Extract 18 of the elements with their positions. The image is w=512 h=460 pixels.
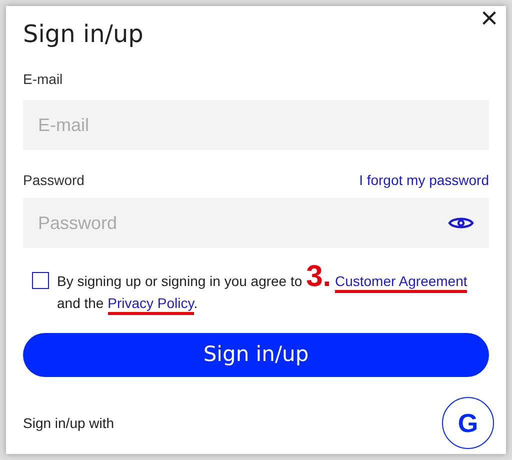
password-label: Password [23,171,84,190]
agreement-link[interactable]: Customer Agreement [334,273,468,293]
close-button[interactable]: × [480,4,498,34]
email-field[interactable]: E-mail [23,100,489,150]
dialog-title: Sign in/up [23,22,144,46]
consent-checkbox[interactable] [32,272,49,289]
email-label: E-mail [23,71,63,87]
forgot-password-link[interactable]: I forgot my password [359,170,489,191]
privacy-link[interactable]: Privacy Policy [108,295,194,315]
social-label: Sign in/up with [23,414,114,433]
eye-icon[interactable] [448,215,474,231]
consent-text: and the [57,295,104,311]
consent-text: By signing up or signing in you agree to [57,273,302,289]
google-button[interactable]: G [442,397,494,449]
sign-in-button[interactable]: Sign in/up [23,333,489,377]
period-text: . [194,295,198,311]
annotation-number: 3. [306,260,332,293]
password-field[interactable]: Password [23,198,489,248]
